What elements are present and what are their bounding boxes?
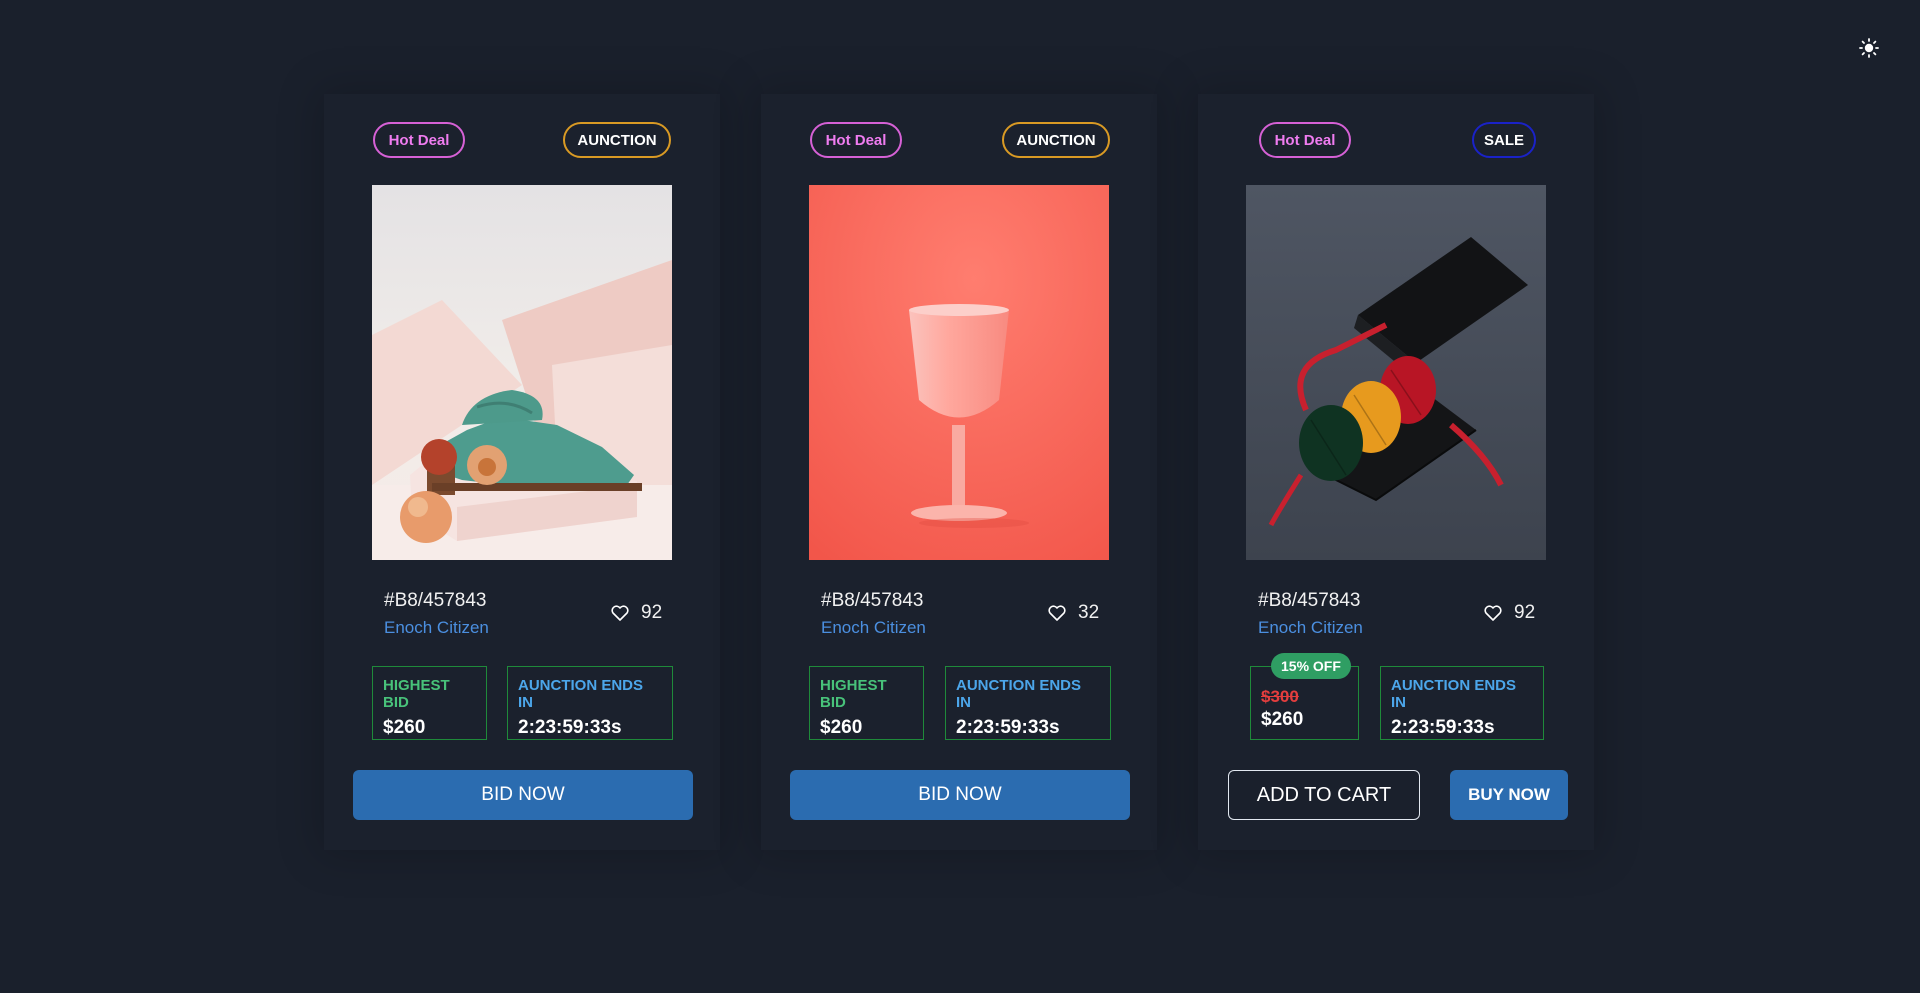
seller-link[interactable]: Enoch Citizen [1258, 618, 1363, 638]
heart-icon [611, 605, 629, 621]
auction-ends-value: 2:23:59:33s [956, 717, 1060, 738]
product-card: Hot Deal AUNCTION #B8/457843 Enoch Citiz… [761, 94, 1157, 850]
sale-badge: SALE [1472, 122, 1536, 158]
seller-link[interactable]: Enoch Citizen [384, 618, 489, 638]
seller-link[interactable]: Enoch Citizen [821, 618, 926, 638]
buy-now-button[interactable]: BUY NOW [1450, 770, 1568, 820]
auction-timer-box: AUNCTION ENDS IN 2:23:59:33s [945, 666, 1111, 740]
hot-deal-badge: Hot Deal [373, 122, 465, 158]
add-to-cart-button[interactable]: ADD TO CART [1228, 770, 1420, 820]
likes-counter[interactable]: 32 [1048, 602, 1099, 624]
product-sku: #B8/457843 [384, 590, 487, 611]
highest-bid-box: HIGHEST BID $260 [372, 666, 487, 740]
highest-bid-value: $260 [383, 717, 426, 738]
highest-bid-value: $260 [820, 717, 863, 738]
product-sku: #B8/457843 [1258, 590, 1361, 611]
heart-icon [1048, 605, 1066, 621]
product-sku: #B8/457843 [821, 590, 924, 611]
original-price: $300 [1261, 687, 1299, 706]
product-image[interactable] [1246, 185, 1546, 560]
theme-toggle-button[interactable] [1857, 36, 1881, 60]
likes-count: 92 [641, 602, 663, 623]
likes-counter[interactable]: 92 [1484, 602, 1535, 624]
sale-price: $260 [1261, 709, 1304, 730]
auction-ends-label: AUNCTION ENDS IN [956, 677, 1082, 711]
likes-count: 32 [1078, 602, 1100, 623]
likes-counter[interactable]: 92 [611, 602, 662, 624]
auction-ends-label: AUNCTION ENDS IN [518, 677, 644, 711]
highest-bid-box: HIGHEST BID $260 [809, 666, 924, 740]
auction-badge: AUNCTION [563, 122, 671, 158]
shoe-photo [372, 185, 672, 560]
bid-now-button[interactable]: BID NOW [790, 770, 1130, 820]
product-image[interactable] [809, 185, 1109, 560]
auction-ends-value: 2:23:59:33s [1391, 717, 1495, 738]
hot-deal-badge: Hot Deal [810, 122, 902, 158]
product-card: Hot Deal AUNCTION #B8/457843 Enoch Citiz… [324, 94, 720, 850]
auction-timer-box: AUNCTION ENDS IN 2:23:59:33s [507, 666, 673, 740]
goblet-photo [809, 185, 1109, 560]
socks-photo [1246, 185, 1546, 560]
hot-deal-badge: Hot Deal [1259, 122, 1351, 158]
highest-bid-label: HIGHEST BID [820, 677, 887, 711]
sun-icon [1859, 38, 1879, 58]
highest-bid-label: HIGHEST BID [383, 677, 450, 711]
auction-ends-value: 2:23:59:33s [518, 717, 622, 738]
likes-count: 92 [1514, 602, 1536, 623]
auction-timer-box: AUNCTION ENDS IN 2:23:59:33s [1380, 666, 1544, 740]
bid-now-button[interactable]: BID NOW [353, 770, 693, 820]
price-box: 15% OFF $300 $260 [1250, 653, 1359, 740]
discount-badge: 15% OFF [1271, 653, 1351, 679]
heart-icon [1484, 605, 1502, 621]
auction-ends-label: AUNCTION ENDS IN [1391, 677, 1517, 711]
product-image[interactable] [372, 185, 672, 560]
auction-badge: AUNCTION [1002, 122, 1110, 158]
product-card: Hot Deal SALE #B8/457843 Enoch Citizen 9… [1198, 94, 1594, 850]
